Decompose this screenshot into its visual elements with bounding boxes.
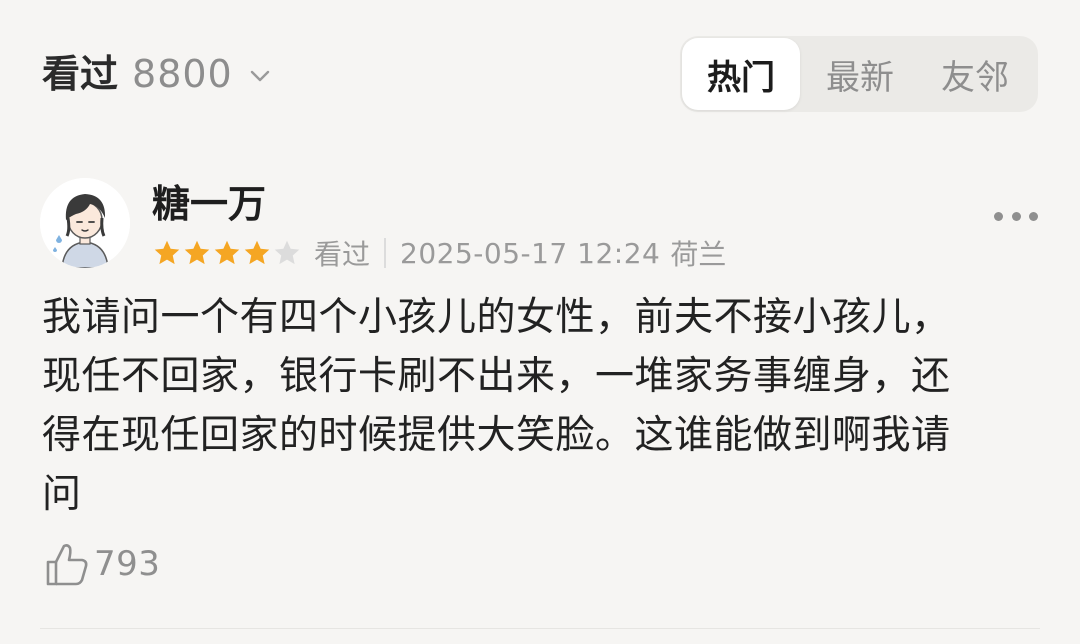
star-filled-icon xyxy=(154,240,180,265)
tab-friends[interactable]: 友邻 xyxy=(920,38,1030,110)
filter-label: 看过 xyxy=(42,52,119,96)
more-dot xyxy=(1011,211,1021,221)
review-date: 2025-05-17 12:24 xyxy=(400,236,661,270)
more-dot xyxy=(994,211,1003,221)
star-filled-icon xyxy=(244,240,270,265)
star-empty-icon xyxy=(274,240,300,265)
filter-count: 8800 xyxy=(132,52,233,96)
divider xyxy=(40,628,1040,629)
chevron-down-icon xyxy=(250,70,269,82)
watched-filter-dropdown[interactable]: 看过 8800 xyxy=(42,50,271,98)
review-line: 我请问一个有四个小孩儿的女性，前夫不接小孩儿， xyxy=(42,295,951,340)
review-line: 问 xyxy=(42,472,82,517)
like-button[interactable]: 793 xyxy=(44,540,160,588)
meta-divider xyxy=(384,238,387,268)
review-content: 我请问一个有四个小孩儿的女性，前夫不接小孩儿， 现任不回家，银行卡刷不出来，一堆… xyxy=(42,288,1032,524)
rating-stars xyxy=(152,238,302,268)
username[interactable]: 糖一万 xyxy=(152,180,266,228)
tab-latest[interactable]: 最新 xyxy=(800,38,920,110)
like-count: 793 xyxy=(94,544,161,584)
review-location: 荷兰 xyxy=(670,238,727,271)
watch-status: 看过 xyxy=(314,238,371,271)
thumbs-up-icon xyxy=(46,544,88,586)
review-line: 现任不回家，银行卡刷不出来，一堆家务事缠身，还 xyxy=(42,354,951,399)
star-filled-icon xyxy=(214,240,240,265)
avatar[interactable] xyxy=(40,178,130,268)
more-icon[interactable] xyxy=(994,204,1038,228)
more-dot xyxy=(1029,211,1038,221)
star-filled-icon xyxy=(184,240,210,265)
sort-tabs: 热门 最新 友邻 xyxy=(680,36,1038,112)
review-line: 得在现任回家的时候提供大笑脸。这谁能做到啊我请 xyxy=(42,413,951,458)
avatar-illustration xyxy=(40,178,130,268)
tab-hot[interactable]: 热门 xyxy=(682,38,800,110)
review-meta: 看过 2025-05-17 12:24 荷兰 xyxy=(152,233,726,273)
